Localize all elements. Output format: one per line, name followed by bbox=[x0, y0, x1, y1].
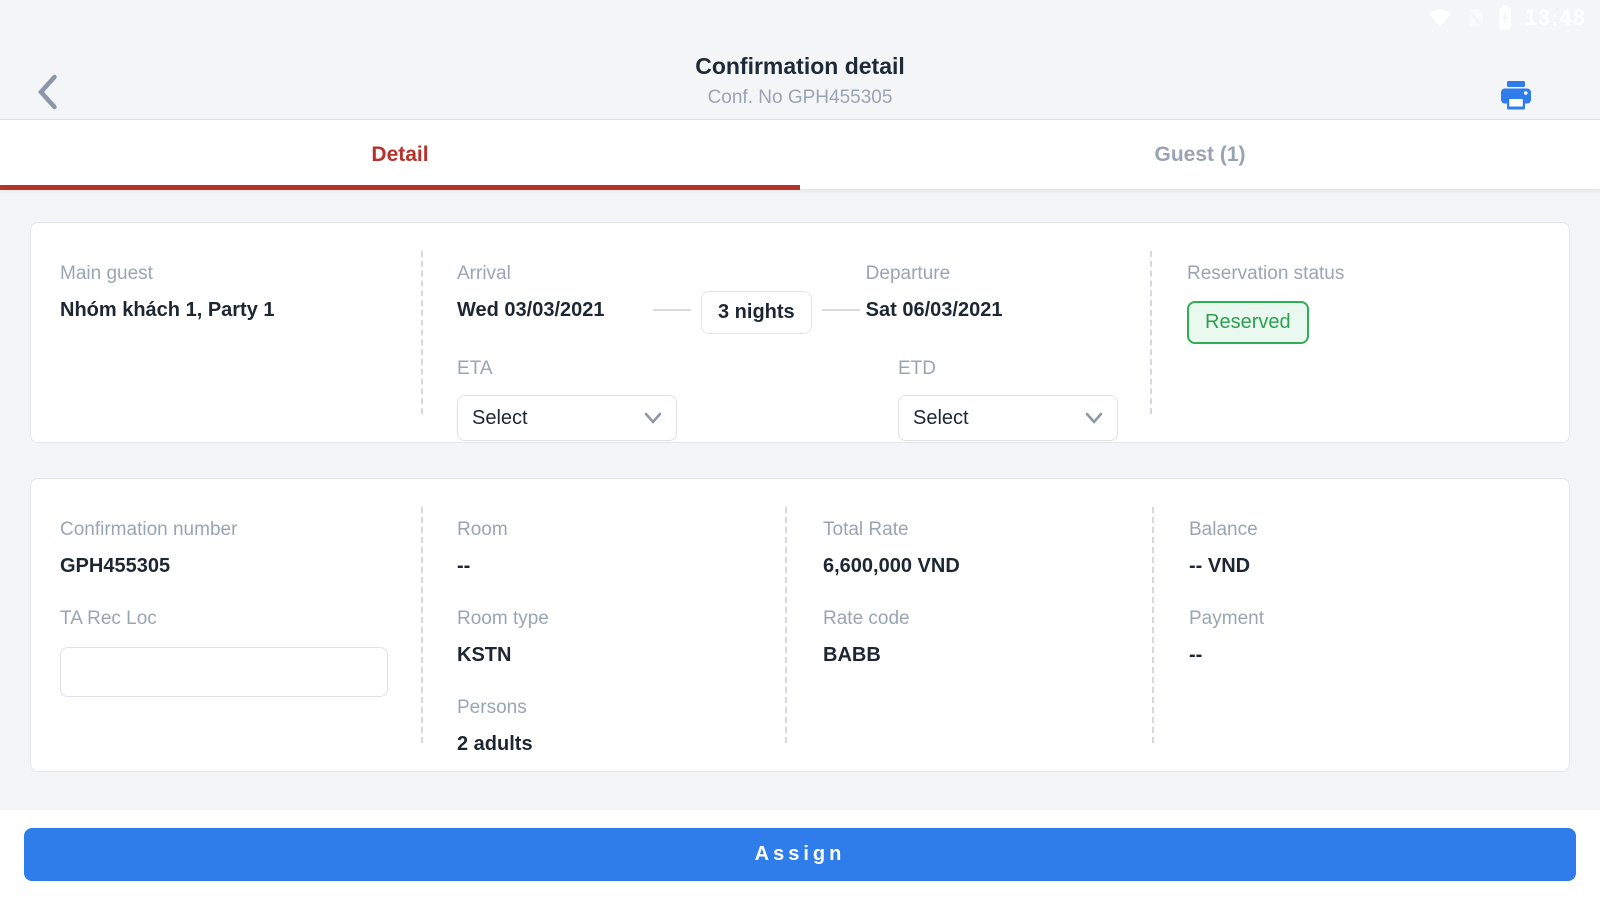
details-column-1: Confirmation number GPH455305 TA Rec Loc bbox=[31, 479, 421, 771]
tab-bar: Detail Guest (1) bbox=[0, 120, 1600, 190]
etd-group: ETD Select bbox=[898, 358, 1118, 441]
eta-etd-row: ETA Select ETD Select bbox=[457, 358, 1150, 441]
nights-badge: 3 nights bbox=[701, 291, 812, 334]
chevron-down-icon bbox=[1085, 407, 1103, 430]
rate-code-field: Rate code BABB bbox=[823, 608, 1152, 667]
persons-value: 2 adults bbox=[457, 733, 785, 756]
main-guest-value: Nhóm khách 1, Party 1 bbox=[60, 299, 421, 322]
header-center: Confirmation detail Conf. No GPH455305 bbox=[0, 47, 1600, 109]
assign-button[interactable]: Assign bbox=[24, 828, 1576, 881]
confirmation-number-subtitle: Conf. No GPH455305 bbox=[0, 87, 1600, 109]
rate-code-value: BABB bbox=[823, 644, 1152, 667]
room-label: Room bbox=[457, 519, 785, 541]
total-rate-field: Total Rate 6,600,000 VND bbox=[823, 519, 1152, 578]
status-bar: 13:48 bbox=[0, 0, 1600, 36]
ta-rec-loc-field: TA Rec Loc bbox=[60, 608, 392, 697]
chevron-down-icon bbox=[644, 407, 662, 430]
reservation-summary-card: Main guest Nhóm khách 1, Party 1 Arrival… bbox=[30, 222, 1570, 443]
eta-label: ETA bbox=[457, 358, 677, 380]
total-rate-value: 6,600,000 VND bbox=[823, 555, 1152, 578]
ta-rec-loc-label: TA Rec Loc bbox=[60, 608, 392, 630]
main-guest-label: Main guest bbox=[60, 263, 421, 285]
status-time: 13:48 bbox=[1525, 5, 1586, 31]
eta-selected-value: Select bbox=[472, 407, 528, 430]
no-sim-icon bbox=[1465, 7, 1485, 29]
date-connector-line bbox=[653, 309, 691, 311]
chevron-left-icon bbox=[36, 74, 58, 115]
tab-detail[interactable]: Detail bbox=[0, 120, 800, 189]
back-button[interactable] bbox=[30, 77, 64, 111]
rate-code-label: Rate code bbox=[823, 608, 1152, 630]
details-column-4: Balance -- VND Payment -- bbox=[1154, 479, 1569, 771]
wifi-icon bbox=[1427, 7, 1453, 29]
total-rate-label: Total Rate bbox=[823, 519, 1152, 541]
details-column-3: Total Rate 6,600,000 VND Rate code BABB bbox=[787, 479, 1152, 771]
confirmation-number-label: Confirmation number bbox=[60, 519, 392, 541]
main-guest-column: Main guest Nhóm khách 1, Party 1 bbox=[31, 223, 421, 442]
arrival-value: Wed 03/03/2021 bbox=[457, 299, 653, 322]
dates-column: Arrival Wed 03/03/2021 3 nights Departur… bbox=[423, 223, 1150, 442]
arrival-label: Arrival bbox=[457, 263, 653, 285]
etd-selected-value: Select bbox=[913, 407, 969, 430]
tab-guest[interactable]: Guest (1) bbox=[800, 120, 1600, 189]
eta-group: ETA Select bbox=[457, 358, 677, 441]
persons-field: Persons 2 adults bbox=[457, 697, 785, 756]
etd-label: ETD bbox=[898, 358, 1118, 380]
balance-value: -- VND bbox=[1189, 555, 1569, 578]
print-button[interactable] bbox=[1498, 78, 1534, 114]
arrival-block: Arrival Wed 03/03/2021 bbox=[457, 263, 653, 322]
departure-value: Sat 06/03/2021 bbox=[866, 299, 1062, 322]
payment-value: -- bbox=[1189, 644, 1569, 667]
payment-field: Payment -- bbox=[1189, 608, 1569, 667]
battery-charging-icon bbox=[1497, 5, 1513, 31]
balance-field: Balance -- VND bbox=[1189, 519, 1569, 578]
room-type-value: KSTN bbox=[457, 644, 785, 667]
room-field: Room -- bbox=[457, 519, 785, 578]
departure-block: Departure Sat 06/03/2021 bbox=[866, 263, 1062, 322]
payment-label: Payment bbox=[1189, 608, 1569, 630]
room-type-field: Room type KSTN bbox=[457, 608, 785, 667]
date-connector-line bbox=[822, 309, 860, 311]
room-value: -- bbox=[457, 555, 785, 578]
details-column-2: Room -- Room type KSTN Persons 2 adults bbox=[423, 479, 785, 771]
balance-label: Balance bbox=[1189, 519, 1569, 541]
page-title: Confirmation detail bbox=[0, 53, 1600, 80]
printer-icon bbox=[1498, 101, 1534, 118]
header: Confirmation detail Conf. No GPH455305 bbox=[0, 36, 1600, 120]
ta-rec-loc-input[interactable] bbox=[60, 647, 388, 697]
room-type-label: Room type bbox=[457, 608, 785, 630]
departure-label: Departure bbox=[866, 263, 1062, 285]
confirmation-number-value: GPH455305 bbox=[60, 555, 392, 578]
eta-select[interactable]: Select bbox=[457, 395, 677, 441]
reservation-details-card: Confirmation number GPH455305 TA Rec Loc… bbox=[30, 478, 1570, 772]
persons-label: Persons bbox=[457, 697, 785, 719]
dates-row: Arrival Wed 03/03/2021 3 nights Departur… bbox=[457, 263, 1150, 334]
reservation-status-label: Reservation status bbox=[1187, 263, 1569, 285]
etd-select[interactable]: Select bbox=[898, 395, 1118, 441]
status-column: Reservation status Reserved bbox=[1152, 223, 1569, 442]
confirmation-number-field: Confirmation number GPH455305 bbox=[60, 519, 392, 578]
footer-bar: Assign bbox=[0, 810, 1600, 900]
status-badge: Reserved bbox=[1187, 301, 1309, 344]
